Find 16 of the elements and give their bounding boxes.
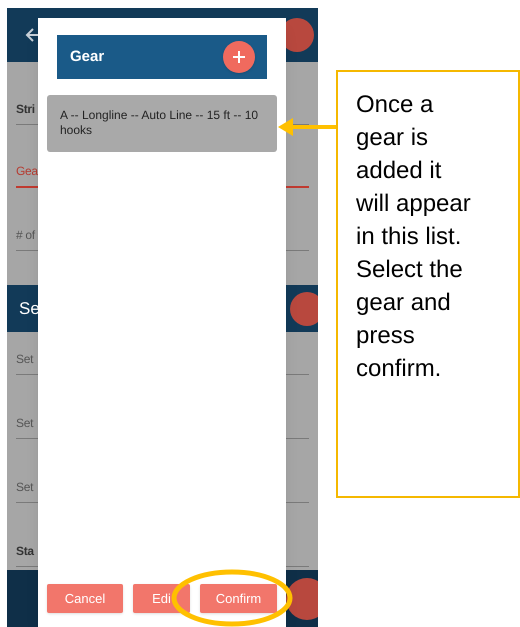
- field-label: Set: [16, 479, 34, 496]
- field-label: Set: [16, 351, 34, 368]
- callout-text: Once a gear is added it will appear in this list. Select the gear and press confirm.: [356, 90, 472, 384]
- field-label: Set: [16, 415, 34, 432]
- plus-icon: [232, 50, 246, 64]
- field-label: Sta: [16, 543, 34, 560]
- gear-list-item[interactable]: A -- Longline -- Auto Line -- 15 ft -- 10 hooks: [47, 95, 277, 152]
- back-icon[interactable]: [25, 27, 41, 43]
- field-label: # of: [16, 227, 35, 244]
- section-title: Se: [19, 298, 40, 320]
- dialog-button[interactable]: Cancel: [47, 584, 123, 613]
- add-button[interactable]: [223, 41, 255, 73]
- dialog-button[interactable]: Confirm: [200, 584, 277, 613]
- field-label: Gea: [16, 163, 38, 180]
- dialog-title: Gear: [70, 46, 104, 67]
- field-label: Stri: [16, 101, 35, 118]
